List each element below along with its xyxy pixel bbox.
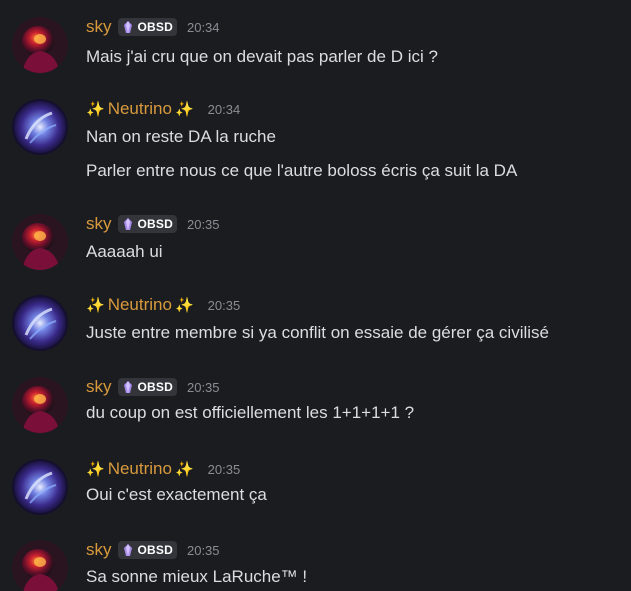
username[interactable]: sky — [86, 377, 112, 397]
neutrino-avatar[interactable] — [12, 99, 68, 155]
username[interactable]: sky — [86, 214, 112, 234]
sky-avatar[interactable] — [12, 214, 68, 270]
timestamp[interactable]: 20:35 — [187, 217, 220, 232]
message-text: du coup on est officiellement les 1+1+1+… — [86, 403, 415, 422]
timestamp[interactable]: 20:34 — [208, 102, 241, 117]
sparkle-icon: ✨ — [174, 296, 194, 314]
username[interactable]: sky — [86, 540, 112, 560]
message-header: ✨ Neutrino ✨ 20:35 — [86, 293, 240, 317]
message-text: Juste entre membre si ya conflit on essa… — [86, 323, 549, 342]
neutrino-avatar[interactable] — [12, 459, 68, 515]
guild-tag-label: OBSD — [137, 380, 173, 394]
guild-tag-label: OBSD — [137, 217, 173, 231]
timestamp[interactable]: 20:34 — [187, 20, 220, 35]
guild-tag[interactable]: OBSD — [117, 541, 177, 559]
sparkle-icon: ✨ — [86, 460, 105, 478]
username[interactable]: Neutrino — [108, 99, 172, 119]
guild-tag[interactable]: OBSD — [117, 215, 177, 233]
message-text: Oui c'est exactement ça — [86, 485, 267, 504]
message-header: sky OBSD 20:35 — [86, 375, 220, 399]
sky-avatar[interactable] — [12, 17, 68, 73]
message-header: sky OBSD 20:35 — [86, 538, 220, 562]
timestamp[interactable]: 20:35 — [187, 543, 220, 558]
message-header: ✨ Neutrino ✨ 20:35 — [86, 457, 240, 481]
message-header: ✨ Neutrino ✨ 20:34 — [86, 97, 240, 121]
timestamp[interactable]: 20:35 — [187, 380, 220, 395]
guild-tag-label: OBSD — [137, 543, 173, 557]
sparkle-icon: ✨ — [86, 296, 105, 314]
guild-tag-label: OBSD — [137, 20, 173, 34]
message-header: sky OBSD 20:35 — [86, 212, 220, 236]
username[interactable]: sky — [86, 17, 112, 37]
message-text: Aaaaah ui — [86, 242, 163, 261]
crystal-icon — [123, 218, 132, 230]
username[interactable]: Neutrino — [108, 295, 172, 315]
sky-avatar[interactable] — [12, 540, 68, 591]
message-header: sky OBSD 20:34 — [86, 15, 220, 39]
guild-tag[interactable]: OBSD — [117, 18, 177, 36]
crystal-icon — [123, 544, 132, 556]
crystal-icon — [123, 381, 132, 393]
sparkle-icon: ✨ — [86, 100, 105, 118]
neutrino-avatar[interactable] — [12, 295, 68, 351]
crystal-icon — [123, 21, 132, 33]
message-text: Parler entre nous ce que l'autre boloss … — [86, 161, 518, 180]
username[interactable]: Neutrino — [108, 459, 172, 479]
chat-log: sky OBSD 20:34 Mais j'ai cru que on deva… — [0, 0, 631, 591]
sparkle-icon: ✨ — [174, 100, 194, 118]
timestamp[interactable]: 20:35 — [208, 462, 241, 477]
sky-avatar[interactable] — [12, 377, 68, 433]
timestamp[interactable]: 20:35 — [208, 298, 241, 313]
guild-tag[interactable]: OBSD — [117, 378, 177, 396]
sparkle-icon: ✨ — [174, 460, 194, 478]
message-text: Sa sonne mieux LaRuche™ ! — [86, 567, 308, 586]
message-text: Nan on reste DA la ruche — [86, 127, 276, 146]
message-text: Mais j'ai cru que on devait pas parler d… — [86, 47, 438, 66]
